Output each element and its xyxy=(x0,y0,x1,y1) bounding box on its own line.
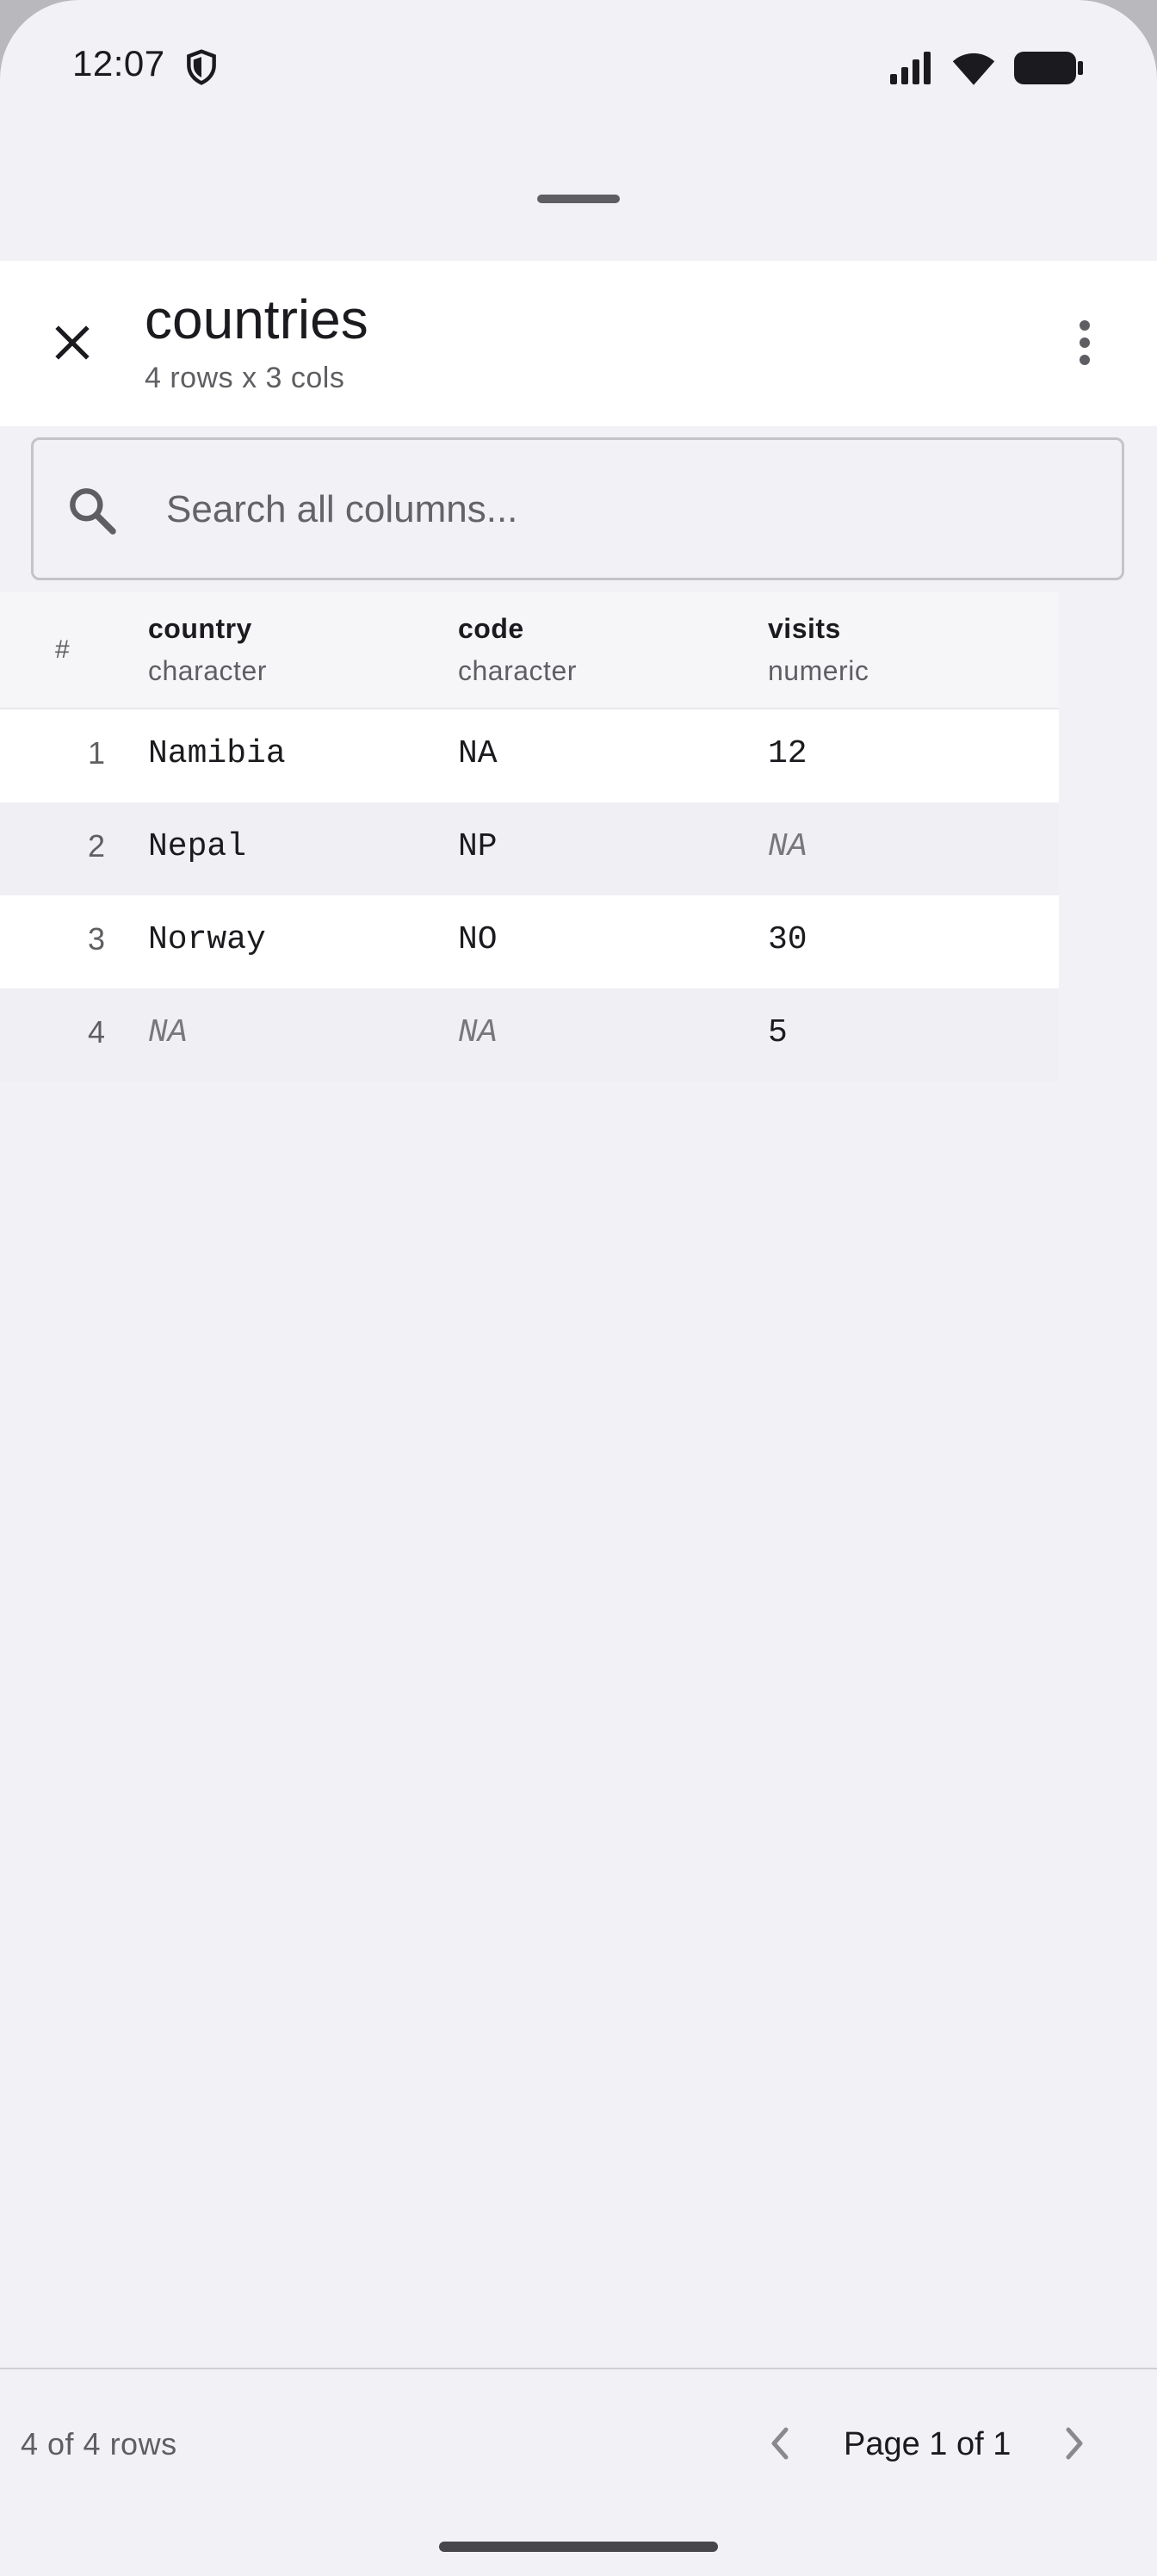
row-count: 4 of 4 rows xyxy=(21,2426,177,2461)
table-cell: 30 xyxy=(768,921,807,958)
data-table: # country character code character visit… xyxy=(0,592,1059,1081)
table-header: # country character code character visit… xyxy=(0,592,1059,709)
page-indicator: Page 1 of 1 xyxy=(844,2426,1012,2462)
status-bar: 12:07 xyxy=(0,0,1157,129)
table-cell: 12 xyxy=(768,735,807,772)
index-column-header: # xyxy=(55,635,70,664)
next-page-button[interactable] xyxy=(1043,2409,1105,2478)
more-vert-icon xyxy=(1080,320,1090,365)
column-header-country[interactable]: country character xyxy=(148,613,267,687)
table-cell: Namibia xyxy=(148,735,286,772)
status-time: 12:07 xyxy=(72,43,165,84)
sheet-drag-handle[interactable] xyxy=(537,195,620,203)
row-index: 3 xyxy=(87,921,105,957)
table-row[interactable]: 2 Nepal NP NA xyxy=(0,802,1059,895)
table-cell-missing: NA xyxy=(768,828,807,865)
dataset-dimensions: 4 rows x 3 cols xyxy=(145,362,345,394)
chevron-left-icon xyxy=(771,2427,789,2460)
column-type: character xyxy=(458,655,577,686)
search-icon xyxy=(70,488,116,535)
table-cell: 5 xyxy=(768,1014,788,1051)
table-row[interactable]: 1 Namibia NA 12 xyxy=(0,709,1059,802)
row-index: 4 xyxy=(87,1014,105,1050)
signal-icon xyxy=(890,52,931,84)
wifi-icon xyxy=(952,53,995,85)
table-cell: NA xyxy=(458,735,498,772)
search-input[interactable] xyxy=(164,440,1098,579)
battery-icon xyxy=(1014,52,1083,84)
table-cell: Norway xyxy=(148,921,266,958)
column-name: code xyxy=(458,613,524,644)
previous-page-button[interactable] xyxy=(749,2409,811,2478)
close-icon xyxy=(55,325,90,360)
shield-icon xyxy=(187,49,216,85)
screen: 12:07 countries 4 rows x 3 cols Search a… xyxy=(0,0,1157,2576)
column-header-code[interactable]: code character xyxy=(458,613,577,687)
column-type: numeric xyxy=(768,655,869,686)
table-row[interactable]: 4 NA NA 5 xyxy=(0,988,1059,1081)
close-button[interactable] xyxy=(38,308,107,377)
overflow-menu-button[interactable] xyxy=(1050,308,1119,377)
page-title: countries xyxy=(145,288,368,350)
table-row[interactable]: 3 Norway NO 30 xyxy=(0,895,1059,988)
column-header-visits[interactable]: visits numeric xyxy=(768,613,869,687)
chevron-right-icon xyxy=(1066,2427,1083,2460)
table-cell-missing: NA xyxy=(458,1014,498,1051)
row-index: 2 xyxy=(87,828,105,864)
home-indicator[interactable] xyxy=(439,2542,718,2552)
column-type: character xyxy=(148,655,267,686)
column-name: country xyxy=(148,613,252,644)
column-name: visits xyxy=(768,613,841,644)
table-cell: NP xyxy=(458,828,498,865)
search-field[interactable] xyxy=(31,437,1124,580)
table-cell-missing: NA xyxy=(148,1014,188,1051)
table-cell: NO xyxy=(458,921,498,958)
status-icons xyxy=(888,46,1085,90)
table-cell: Nepal xyxy=(148,828,247,865)
row-index: 1 xyxy=(87,735,105,771)
